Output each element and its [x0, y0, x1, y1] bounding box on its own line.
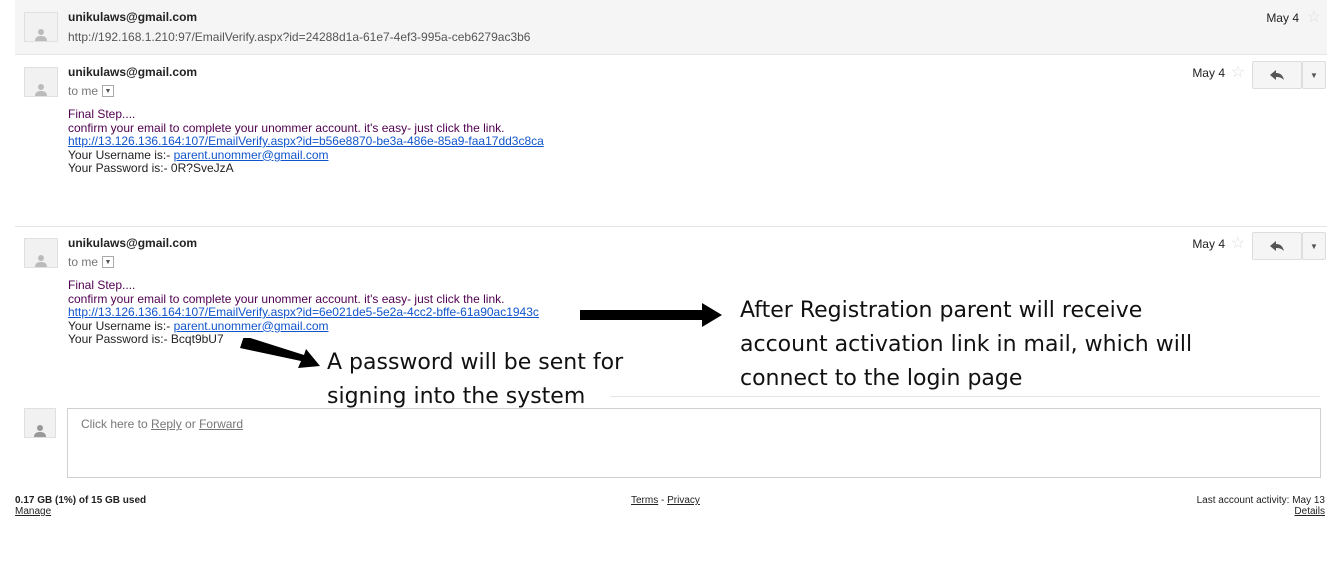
sender-email: unikulaws@gmail.com: [68, 10, 198, 24]
person-icon: [35, 29, 47, 41]
reply-arrow-icon: [1270, 70, 1284, 80]
privacy-link[interactable]: Privacy: [667, 495, 700, 506]
person-icon: [35, 84, 47, 96]
reply-box[interactable]: Click here to Reply or Forward: [67, 408, 1321, 478]
username-link[interactable]: parent.unommer@gmail.com: [174, 148, 329, 162]
storage-info: 0.17 GB (1%) of 15 GB used Manage: [15, 495, 146, 517]
star-icon[interactable]: ☆: [1231, 65, 1245, 81]
storage-usage: 0.17 GB (1%) of 15 GB used: [15, 495, 147, 506]
reply-prefix: Click here to: [81, 417, 152, 431]
last-activity: Last account activity: May 13: [1196, 495, 1325, 506]
annotation-password-note: A password will be sent for signing into…: [327, 346, 623, 414]
body-line: confirm your email to complete your unom…: [68, 291, 505, 306]
message-date: May 4: [1266, 11, 1299, 25]
body-line: Final Step....: [68, 107, 136, 121]
message-date: May 4: [1192, 66, 1225, 80]
recipient-line: to me ▼: [68, 84, 115, 98]
annotation-activation-note: After Registration parent will receive a…: [740, 294, 1192, 396]
forward-link[interactable]: Forward: [199, 417, 243, 431]
footer-separator: -: [658, 495, 668, 506]
divider: [610, 396, 1320, 397]
person-icon: [35, 255, 47, 267]
body-line: confirm your email to complete your unom…: [68, 120, 505, 135]
star-icon[interactable]: ☆: [1307, 10, 1321, 26]
avatar: [24, 67, 58, 97]
recipient-label: to me: [68, 255, 99, 269]
message-expanded-2: unikulaws@gmail.com to me ▼ May 4 ☆ ▼ Fi…: [15, 55, 1327, 225]
annotation-arrow-password: [240, 338, 320, 368]
message-body: Final Step.... confirm your email to com…: [68, 278, 539, 347]
message-date: May 4: [1192, 237, 1225, 251]
terms-link[interactable]: Terms: [631, 495, 658, 506]
details-dropdown-icon[interactable]: ▼: [102, 256, 115, 268]
account-activity: Last account activity: May 13 Details: [1197, 495, 1325, 517]
chevron-down-icon[interactable]: ▼: [1302, 232, 1326, 260]
message-collapsed-1[interactable]: unikulaws@gmail.com http://192.168.1.210…: [15, 0, 1327, 55]
chevron-down-icon[interactable]: ▼: [1302, 61, 1326, 89]
verify-link[interactable]: http://13.126.136.164:107/EmailVerify.as…: [68, 134, 544, 148]
annotation-line: account activation link in mail, which w…: [740, 332, 1193, 357]
details-dropdown-icon[interactable]: ▼: [102, 85, 115, 97]
details-link[interactable]: Details: [1294, 506, 1325, 517]
reply-arrow-icon: [1270, 241, 1284, 251]
avatar: [24, 408, 56, 438]
person-icon: [34, 425, 46, 437]
verify-link[interactable]: http://13.126.136.164:107/EmailVerify.as…: [68, 305, 539, 319]
sender-email: unikulaws@gmail.com: [68, 236, 198, 250]
password-line: Your Password is:- 0R?SveJzA: [68, 161, 234, 175]
reply-link[interactable]: Reply: [151, 417, 182, 431]
recipient-label: to me: [68, 84, 99, 98]
avatar: [24, 238, 58, 268]
annotation-line: A password will be sent for: [327, 350, 624, 375]
footer-links: Terms - Privacy: [631, 495, 700, 506]
reply-button[interactable]: [1252, 61, 1302, 89]
avatar: [24, 12, 58, 42]
sender-email: unikulaws@gmail.com: [68, 65, 198, 79]
message-snippet: http://192.168.1.210:97/EmailVerify.aspx…: [68, 30, 531, 44]
username-link[interactable]: parent.unommer@gmail.com: [174, 319, 329, 333]
reply-or: or: [181, 417, 200, 431]
star-icon[interactable]: ☆: [1231, 236, 1245, 252]
annotation-line: connect to the login page: [740, 366, 1023, 391]
body-line: Final Step....: [68, 278, 136, 292]
manage-link[interactable]: Manage: [15, 506, 51, 517]
annotation-line: After Registration parent will receive: [740, 298, 1143, 323]
reply-prompt: Click here to Reply or Forward: [81, 417, 243, 431]
reply-button[interactable]: [1252, 232, 1302, 260]
username-label: Your Username is:-: [68, 318, 174, 333]
annotation-arrow-right: [580, 303, 722, 327]
message-body: Final Step.... confirm your email to com…: [68, 107, 544, 176]
recipient-line: to me ▼: [68, 255, 115, 269]
username-label: Your Username is:-: [68, 147, 174, 162]
